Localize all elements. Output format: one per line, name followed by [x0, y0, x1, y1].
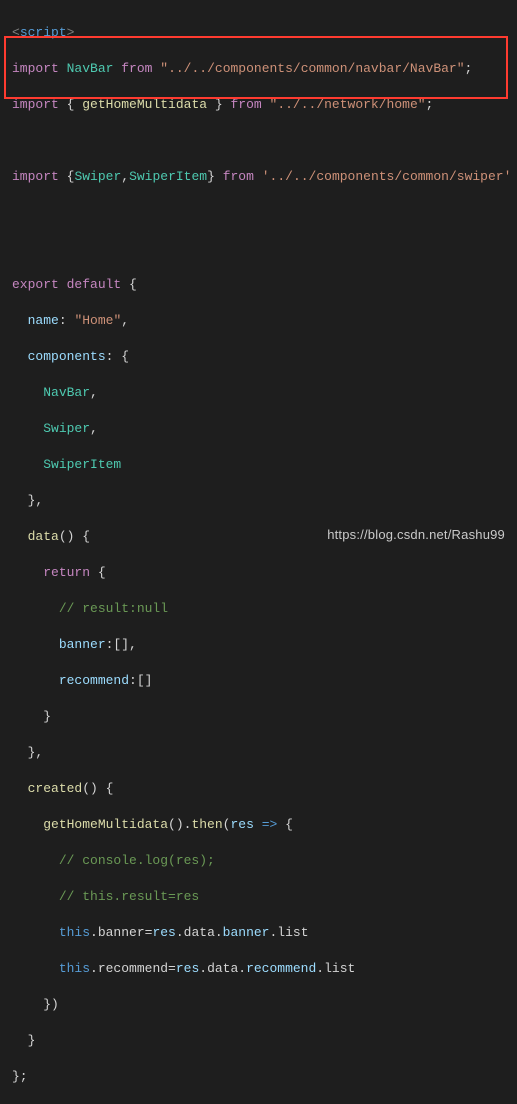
- line: }: [12, 1032, 517, 1050]
- comment: // console.log(res);: [59, 853, 215, 868]
- line-blank: [12, 132, 517, 150]
- arrow: =>: [262, 817, 278, 832]
- path: "../../network/home": [270, 97, 426, 112]
- line: export default {: [12, 276, 517, 294]
- line: import {Swiper,SwiperItem} from '../../c…: [12, 168, 517, 186]
- path: "../../components/common/navbar/NavBar": [160, 61, 464, 76]
- val-home: "Home": [74, 313, 121, 328]
- line: return {: [12, 564, 517, 582]
- code-block: <script> import NavBar from "../../compo…: [0, 0, 517, 1104]
- kw-import: import: [12, 97, 59, 112]
- kw-this: this: [59, 961, 90, 976]
- line: created() {: [12, 780, 517, 798]
- key-name: name: [28, 313, 59, 328]
- kw-default: default: [67, 277, 122, 292]
- line-blank: [12, 204, 517, 222]
- kw-from: from: [230, 97, 261, 112]
- key-banner: banner: [59, 637, 106, 652]
- line: import NavBar from "../../components/com…: [12, 60, 517, 78]
- kw-return: return: [43, 565, 90, 580]
- line: import { getHomeMultidata } from "../../…: [12, 96, 517, 114]
- line: Swiper,: [12, 420, 517, 438]
- comment: // result:null: [59, 601, 168, 616]
- line: // this.result=res: [12, 888, 517, 906]
- line: this.banner=res.data.banner.list: [12, 924, 517, 942]
- line: getHomeMultidata().then(res => {: [12, 816, 517, 834]
- angle-close: >: [67, 25, 75, 40]
- id-res: res: [152, 925, 175, 940]
- fn-then: then: [191, 817, 222, 832]
- kw-import: import: [12, 169, 59, 184]
- line: NavBar,: [12, 384, 517, 402]
- kw-export: export: [12, 277, 59, 292]
- key-recommend: recommend: [59, 673, 129, 688]
- line: },: [12, 744, 517, 762]
- id-ghm: getHomeMultidata: [82, 97, 207, 112]
- line: SwiperItem: [12, 456, 517, 474]
- id-navbar: NavBar: [67, 61, 114, 76]
- id-swiperitem: SwiperItem: [129, 169, 207, 184]
- kw-import: import: [12, 61, 59, 76]
- watermark: https://blog.csdn.net/Rashu99: [327, 526, 505, 544]
- line: },: [12, 492, 517, 510]
- key-created: created: [28, 781, 83, 796]
- key-data: data: [28, 529, 59, 544]
- line: components: {: [12, 348, 517, 366]
- line: // result:null: [12, 600, 517, 618]
- id-navbar: NavBar: [43, 385, 90, 400]
- line-blank: [12, 240, 517, 258]
- line: name: "Home",: [12, 312, 517, 330]
- id-swiper: Swiper: [43, 421, 90, 436]
- line: }): [12, 996, 517, 1014]
- line: recommend:[]: [12, 672, 517, 690]
- angle-open: <: [12, 25, 20, 40]
- line: this.recommend=res.data.recommend.list: [12, 960, 517, 978]
- line: banner:[],: [12, 636, 517, 654]
- line: <script>: [12, 24, 517, 42]
- id-swiper: Swiper: [74, 169, 121, 184]
- kw-from: from: [121, 61, 152, 76]
- path: '../../components/common/swiper': [262, 169, 512, 184]
- arg-res: res: [230, 817, 253, 832]
- line: }: [12, 708, 517, 726]
- id-res: res: [176, 961, 199, 976]
- line: };: [12, 1068, 517, 1086]
- script-tag: script: [20, 25, 67, 40]
- kw-this: this: [59, 925, 90, 940]
- key-components: components: [28, 349, 106, 364]
- comment: // this.result=res: [59, 889, 199, 904]
- kw-from: from: [223, 169, 254, 184]
- line: // console.log(res);: [12, 852, 517, 870]
- fn-ghm: getHomeMultidata: [43, 817, 168, 832]
- id-swiperitem: SwiperItem: [43, 457, 121, 472]
